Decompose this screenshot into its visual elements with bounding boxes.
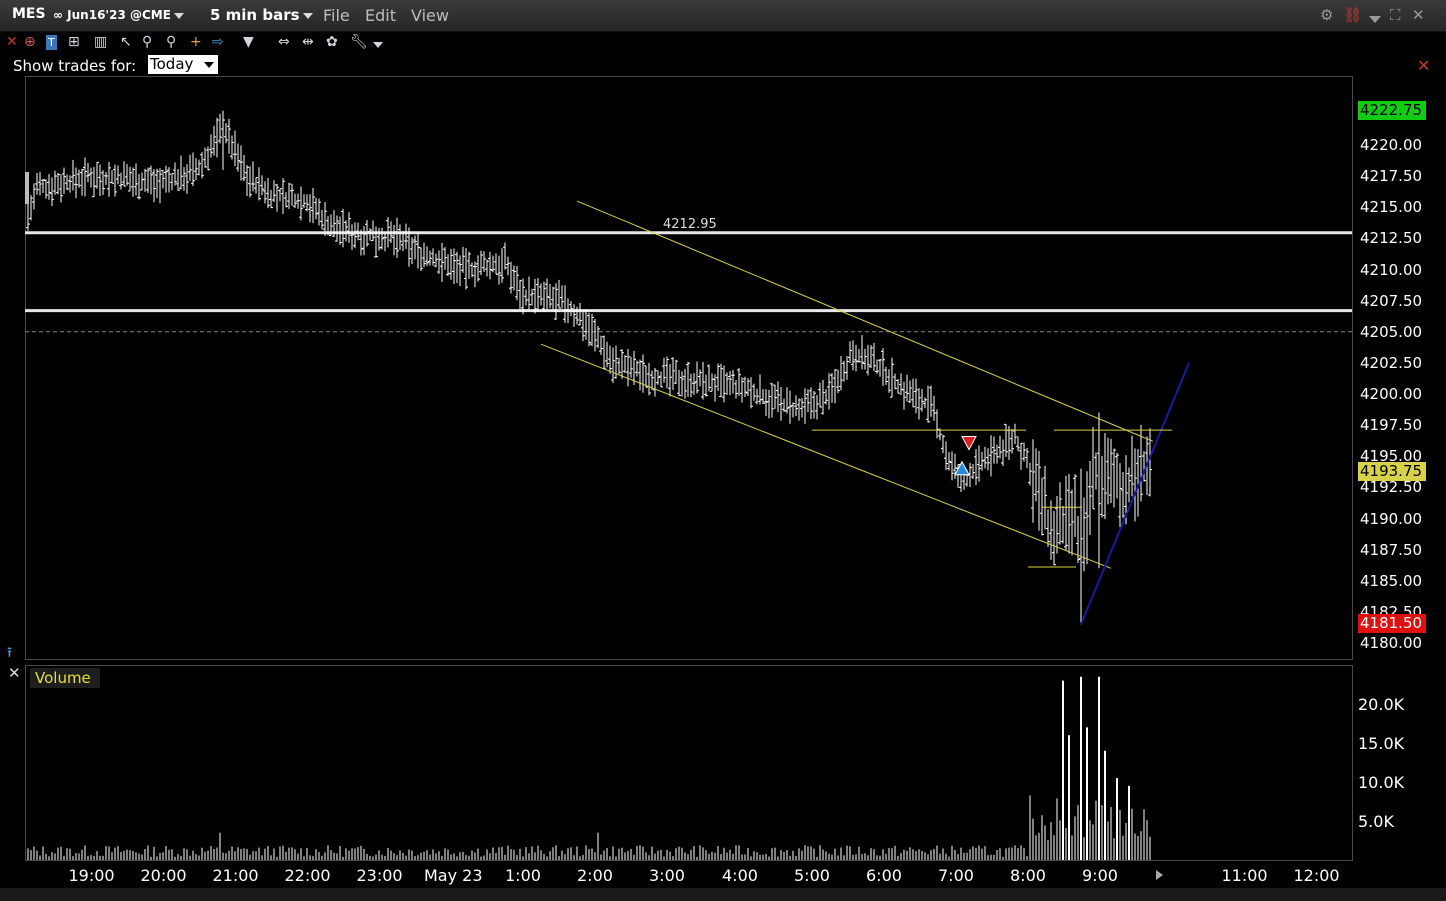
price-tick-label: 4187.50: [1360, 540, 1423, 559]
channel-upper-trendline: [576, 200, 1154, 442]
level-price-label: 4212.95: [663, 217, 717, 232]
price-tick-label: 4197.50: [1360, 416, 1423, 435]
session-high-flag: 4222.75: [1358, 100, 1426, 120]
volume-tick-label: 15.0K: [1358, 734, 1405, 753]
price-tick-label: 4192.50: [1360, 478, 1423, 497]
channel-lower-trendline: [540, 343, 1112, 569]
time-navigator[interactable]: [0, 888, 1446, 901]
scroll-handle: [25, 172, 29, 204]
time-tick-label: 19:00: [68, 866, 115, 885]
price-tick-label: 4185.00: [1360, 571, 1423, 590]
support-trendline: [1080, 362, 1190, 625]
time-tick-label: 11:00: [1221, 866, 1268, 885]
pin-icon[interactable]: ⭱: [7, 642, 12, 666]
price-tick-label: 4220.00: [1360, 136, 1423, 154]
time-tick-label: 23:00: [356, 866, 403, 885]
time-tick-label: 3:00: [649, 866, 685, 885]
time-tick-label: 4:00: [722, 866, 758, 885]
time-tick-label: 8:00: [1010, 866, 1046, 885]
volume-tick-label: 5.0K: [1358, 812, 1394, 831]
time-tick-label: 1:00: [505, 866, 541, 885]
price-tick-label: 4207.50: [1360, 291, 1423, 310]
volume-pane-label: Volume: [30, 668, 100, 688]
time-cursor-icon: [1156, 870, 1163, 880]
price-tick-label: 4217.50: [1360, 167, 1423, 186]
time-tick-label: 21:00: [212, 866, 259, 885]
time-tick-label: 9:00: [1082, 866, 1118, 885]
price-tick-label: 4212.50: [1360, 229, 1423, 248]
time-tick-label: 22:00: [284, 866, 331, 885]
price-tick-label: 4190.00: [1360, 509, 1423, 528]
session-low-flag: 4181.50: [1358, 614, 1426, 634]
price-tick-label: 4205.00: [1360, 322, 1423, 341]
chart-canvas: [25, 110, 1352, 880]
time-tick-label: May 23: [424, 866, 483, 885]
price-tick-label: 4180.00: [1360, 634, 1423, 652]
price-tick-label: 4200.00: [1360, 385, 1423, 403]
price-tick-label: 4215.00: [1360, 198, 1423, 217]
time-tick-label: 12:00: [1293, 866, 1340, 885]
price-tick-label: 4210.00: [1360, 260, 1423, 279]
sell-marker-icon: [961, 436, 977, 451]
time-tick-label: 7:00: [938, 866, 974, 885]
time-tick-label: 2:00: [577, 866, 613, 885]
time-tick-label: 5:00: [794, 866, 830, 885]
time-tick-label: 20:00: [140, 866, 187, 885]
volume-tick-label: 20.0K: [1358, 695, 1405, 714]
last-price-flag: 4193.75: [1358, 461, 1426, 481]
close-volume-icon[interactable]: ✕: [8, 664, 21, 682]
volume-tick-label: 10.0K: [1358, 773, 1405, 792]
price-tick-label: 4202.50: [1360, 353, 1423, 372]
time-tick-label: 6:00: [866, 866, 902, 885]
